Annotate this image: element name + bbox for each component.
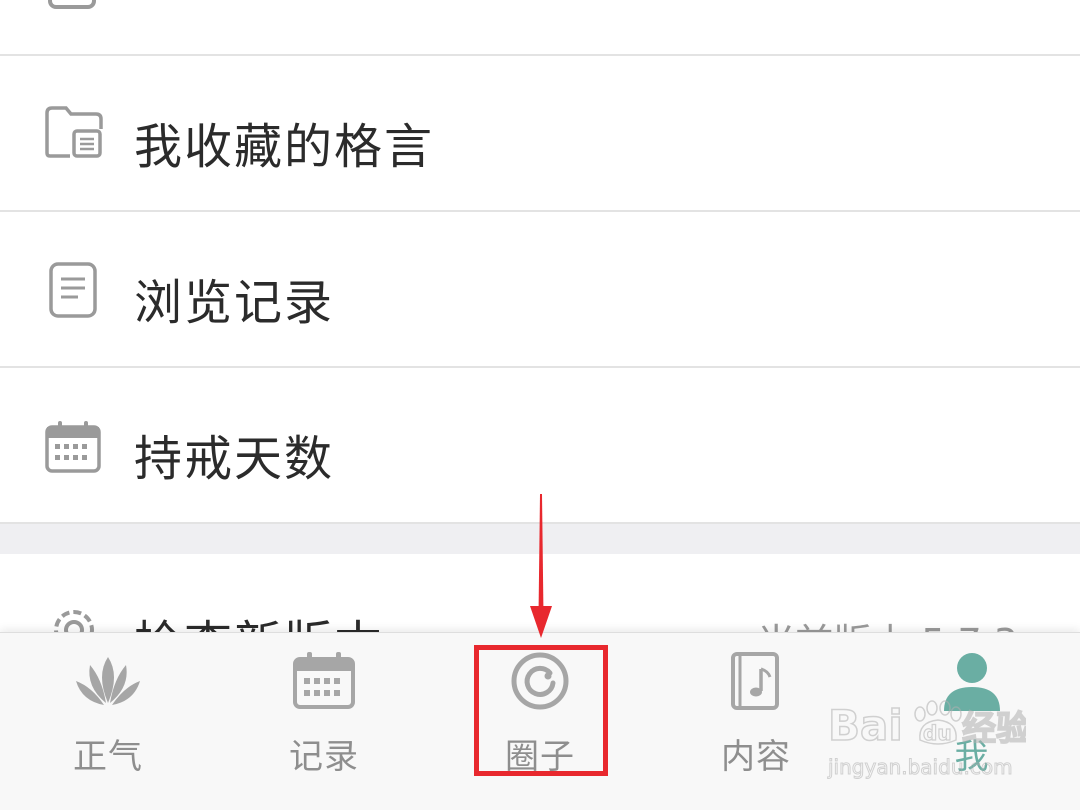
tab-zhengqi[interactable]: 正气 xyxy=(38,633,178,810)
tab-label: 记录 xyxy=(289,737,359,777)
calendar-icon xyxy=(44,419,102,479)
tab-content[interactable]: 内容 xyxy=(686,633,826,810)
document-icon xyxy=(44,0,100,21)
menu-item-label: 持戒天数 xyxy=(134,431,335,487)
menu-item-label: 我收藏的格言 xyxy=(134,119,435,175)
tab-records[interactable]: 记录 xyxy=(254,633,394,810)
menu-item-favorite-quotes[interactable]: 我收藏的格言 xyxy=(0,57,1080,212)
menu-item-label: 浏览记录 xyxy=(134,275,335,331)
svg-text:经验: 经验 xyxy=(962,709,1026,749)
menu-item-partial[interactable] xyxy=(0,0,1080,56)
svg-text:jingyan.baidu.com: jingyan.baidu.com xyxy=(827,755,1013,779)
music-book-icon xyxy=(730,651,782,717)
tab-label: 内容 xyxy=(721,737,791,777)
folder-document-icon xyxy=(44,105,104,163)
annotation-arrow xyxy=(525,494,557,644)
tab-label: 正气 xyxy=(73,737,143,777)
document-icon xyxy=(48,261,100,325)
calendar-icon xyxy=(292,651,356,715)
svg-text:Bai: Bai xyxy=(828,701,903,750)
watermark: Bai du 经验 jingyan.baidu.com xyxy=(826,692,1031,786)
menu-item-browse-history[interactable]: 浏览记录 xyxy=(0,213,1080,368)
annotation-highlight-box xyxy=(474,645,608,776)
lotus-icon xyxy=(72,651,144,717)
svg-text:du: du xyxy=(923,721,952,745)
